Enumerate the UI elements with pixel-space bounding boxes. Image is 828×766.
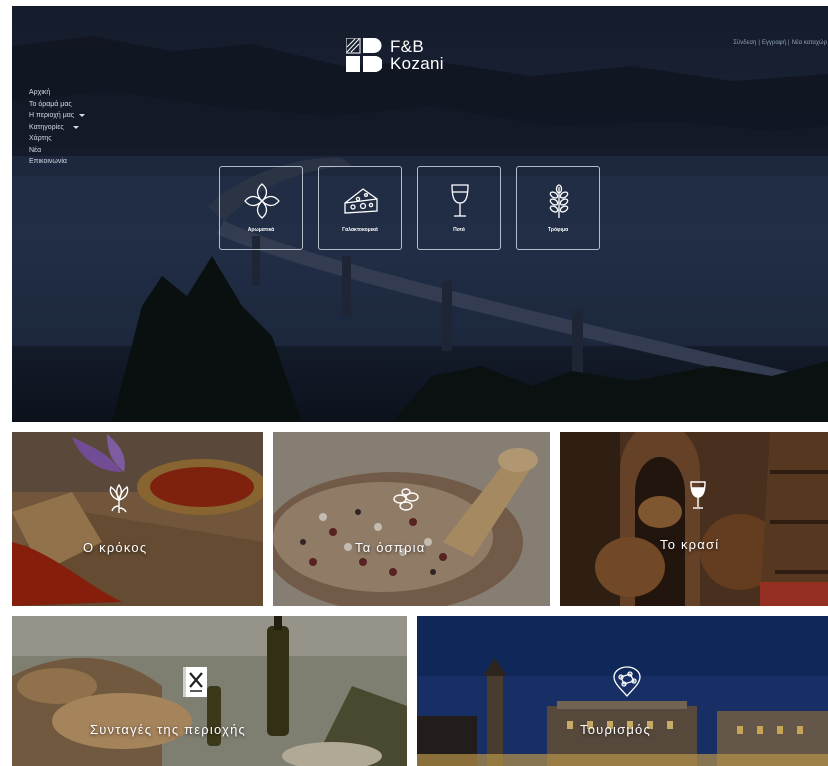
- nav-label: Αρχική: [29, 89, 51, 96]
- category-aromatics[interactable]: Αρωματικά: [219, 166, 303, 250]
- nav-label: Το όραμά μας: [29, 100, 72, 108]
- nav-item-map[interactable]: Χάρτης: [29, 133, 85, 145]
- nav-label: Νέα: [29, 146, 42, 154]
- main-nav: Αρχική Το όραμά μας Η περιοχή μας Κατηγο…: [29, 87, 86, 168]
- link-separator: |: [758, 40, 760, 46]
- nav-item-home[interactable]: Αρχική: [29, 87, 85, 99]
- wine-glass-icon: [690, 481, 706, 509]
- category-label: Τρόφιμα: [547, 227, 569, 233]
- nav-item-news[interactable]: Νέα: [29, 145, 85, 157]
- category-label: Γαλακτοκομικά: [342, 227, 378, 233]
- nav-label: Η περιοχή μας: [29, 112, 75, 119]
- nav-item-vision[interactable]: Το όραμά μας: [29, 99, 85, 111]
- account-links: Σύνδεση | Εγγραφή | Νέα καταχώρ: [732, 40, 828, 46]
- herb-flower-icon: [244, 183, 280, 219]
- fb-logo-icon: [346, 38, 382, 72]
- brand-logo[interactable]: F&B Kozani: [346, 38, 444, 72]
- wheat-icon: [549, 184, 569, 218]
- tile-title: Το κρασί: [660, 537, 720, 552]
- tile-overlay: [12, 432, 263, 606]
- caret-down-icon: [72, 125, 79, 129]
- tile-title: Τουρισμός: [580, 722, 651, 737]
- cheese-icon: [344, 188, 378, 214]
- map-pin-icon: [613, 666, 641, 697]
- tile-title: Ο κρόκος: [83, 540, 148, 555]
- category-dairy[interactable]: Γαλακτοκομικά: [318, 166, 402, 250]
- brand-line-2: Kozani: [390, 54, 444, 73]
- brand-line-1: F&B: [390, 37, 424, 56]
- category-foods[interactable]: Τρόφιμα: [516, 166, 600, 250]
- beans-icon: [393, 488, 419, 511]
- tile-recipes[interactable]: Συνταγές της περιοχής: [12, 616, 407, 766]
- tile-saffron[interactable]: Ο κρόκος: [12, 432, 263, 606]
- nav-item-contact[interactable]: Επικοινωνία: [29, 156, 85, 168]
- tile-legumes[interactable]: Τα όσπρια: [273, 432, 550, 606]
- nav-item-region[interactable]: Η περιοχή μας: [29, 110, 86, 122]
- register-link[interactable]: Εγγραφή: [762, 40, 786, 46]
- tile-title: Συνταγές της περιοχής: [90, 722, 246, 737]
- recipe-book-icon: [183, 667, 207, 697]
- category-drinks[interactable]: Ποτά: [417, 166, 501, 250]
- wine-glass-icon: [451, 184, 469, 217]
- tile-overlay: [560, 432, 828, 606]
- tile-tourism[interactable]: Τουρισμός: [417, 616, 828, 766]
- brand-name: F&B Kozani: [390, 38, 444, 72]
- category-label: Αρωματικά: [247, 227, 275, 233]
- nav-label: Επικοινωνία: [29, 158, 67, 165]
- tile-overlay: [273, 432, 550, 606]
- hero-banner: F&B Kozani Σύνδεση | Εγγραφή | Νέα καταχώρ Α…: [12, 6, 828, 422]
- nav-label: Κατηγορίες: [29, 123, 64, 131]
- category-label: Ποτά: [453, 227, 465, 233]
- caret-down-icon: [79, 114, 86, 118]
- nav-item-categories[interactable]: Κατηγορίες: [29, 122, 85, 134]
- nav-label: Χάρτης: [29, 135, 52, 142]
- new-listing-link[interactable]: Νέα καταχώρ: [792, 40, 827, 46]
- saffron-flower-icon: [109, 484, 129, 513]
- link-separator: |: [788, 40, 790, 46]
- tile-title: Τα όσπρια: [355, 540, 426, 555]
- login-link[interactable]: Σύνδεση: [733, 40, 756, 46]
- tile-wine[interactable]: Το κρασί: [560, 432, 828, 606]
